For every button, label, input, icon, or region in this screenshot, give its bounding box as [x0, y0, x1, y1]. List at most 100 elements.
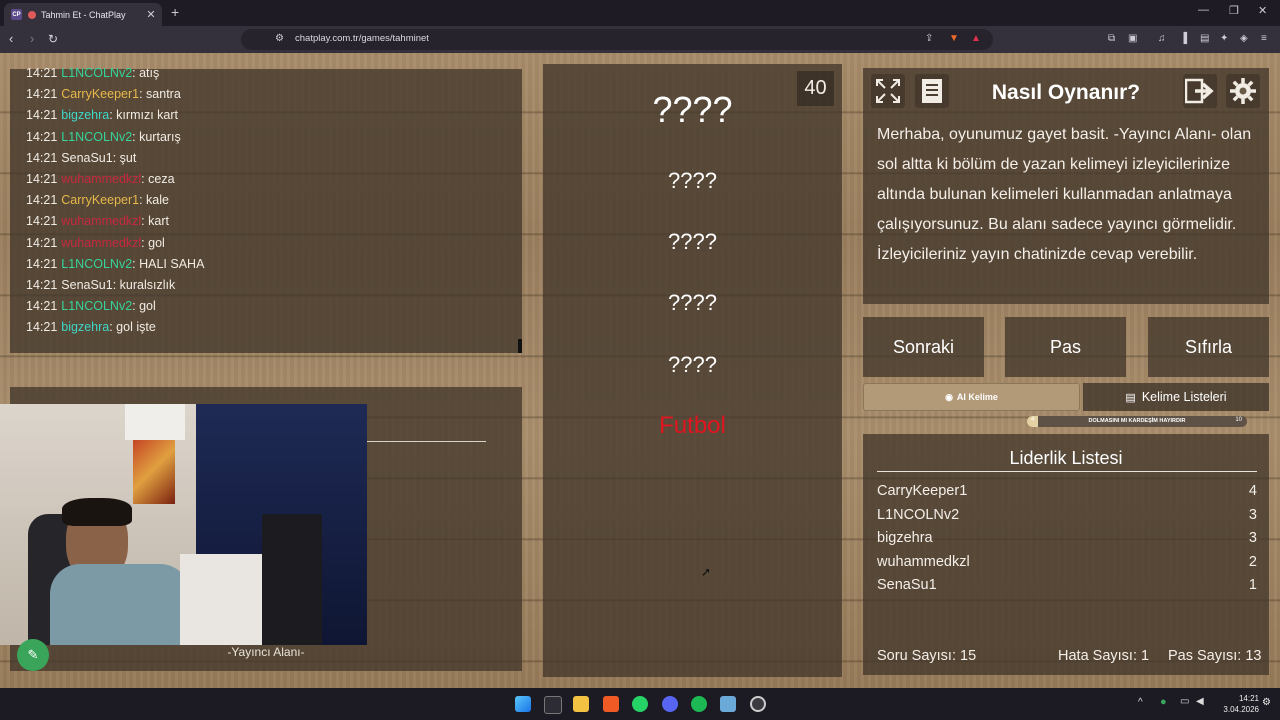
new-tab-icon[interactable]: + — [171, 4, 179, 20]
chat-time: 14:21 — [26, 320, 58, 335]
microphone-icon[interactable]: ● — [1160, 696, 1167, 708]
leaderboard-name: bigzehra — [877, 530, 933, 547]
word-lists-button[interactable]: ▤ Kelime Listeleri — [1083, 383, 1269, 411]
chat-message: 14:21 wuhammedkzl: kart — [26, 214, 169, 228]
chat-message: 14:21 wuhammedkzl: gol — [26, 236, 165, 250]
chat-text: : gol — [141, 235, 165, 250]
chat-username[interactable]: SenaSu1 — [61, 278, 112, 292]
mouse-cursor: ➚ — [701, 565, 712, 579]
leo-ai-icon[interactable]: ✦ — [1220, 33, 1228, 44]
forward-icon[interactable]: › — [30, 31, 34, 47]
chat-message: 14:21 bigzehra: gol işte — [26, 320, 156, 334]
browser-tab[interactable]: CP Tahmin Et - ChatPlay ✕ — [4, 3, 162, 26]
tab-close-icon[interactable]: ✕ — [144, 8, 158, 21]
reset-button[interactable]: Sıfırla — [1148, 317, 1269, 377]
chat-time: 14:21 — [26, 150, 58, 165]
notifications-icon[interactable]: ⚙ — [1262, 697, 1271, 708]
brave-rewards-icon[interactable]: ▲ — [971, 33, 981, 44]
app-icon[interactable] — [720, 696, 736, 712]
sidebar-icon[interactable]: ▐ — [1180, 33, 1187, 44]
share-icon[interactable]: ⇪ — [925, 33, 933, 44]
leaderboard-score: 1 — [1248, 577, 1257, 594]
chat-time: 14:21 — [26, 87, 58, 102]
chat-message: 14:21 wuhammedkzl: ceza — [26, 172, 175, 186]
chat-username[interactable]: CarryKeeper1 — [61, 193, 139, 207]
leaderboard-score: 3 — [1248, 506, 1257, 523]
address-bar[interactable]: ⚙ chatplay.com.tr/games/tahminet ⇪ ▼ ▲ — [241, 29, 993, 50]
chat-username[interactable]: wuhammedkzl — [61, 214, 141, 228]
start-icon[interactable] — [515, 696, 531, 712]
back-icon[interactable]: ‹ — [9, 31, 13, 47]
file-explorer-icon[interactable] — [573, 696, 589, 712]
chat-time: 14:21 — [26, 214, 58, 229]
chat-username[interactable]: wuhammedkzl — [61, 236, 141, 250]
chat-scrollbar[interactable] — [518, 339, 522, 353]
list-icon: ▤ — [1125, 391, 1136, 404]
chat-username[interactable]: L1NCOLNv2 — [61, 130, 132, 144]
tray-chevron-icon[interactable]: ^ — [1138, 697, 1143, 708]
leaderboard-name: wuhammedkzl — [877, 553, 970, 570]
chat-message: 14:21 L1NCOLNv2: gol — [26, 299, 156, 313]
chat-username[interactable]: L1NCOLNv2 — [61, 257, 132, 271]
discord-icon[interactable] — [662, 696, 678, 712]
chat-time: 14:21 — [26, 172, 58, 186]
spotify-icon[interactable] — [691, 696, 707, 712]
volume-icon[interactable]: ◀ — [1196, 696, 1204, 707]
next-button[interactable]: Sonraki — [863, 317, 984, 377]
chat-time: 14:21 — [26, 235, 58, 250]
leaderboard-score: 4 — [1248, 483, 1257, 499]
brave-browser-icon[interactable] — [603, 696, 619, 712]
brave-shield-icon[interactable]: ▼ — [949, 33, 959, 44]
chat-username[interactable]: bigzehra — [61, 108, 109, 122]
leaderboard-row: SenaSu1 1 — [877, 577, 1257, 593]
clock[interactable]: 14:21 3.04.2026 — [1217, 693, 1259, 715]
chat-username[interactable]: L1NCOLNv2 — [61, 66, 132, 80]
forbidden-word-1: ???? — [668, 168, 717, 193]
settings-gear-icon[interactable] — [1226, 74, 1260, 108]
site-info-icon[interactable]: ⚙ — [275, 33, 284, 44]
chat-message: 14:21 CarryKeeper1: santra — [26, 87, 181, 101]
fullscreen-icon[interactable] — [871, 74, 905, 108]
task-view-icon[interactable] — [544, 696, 562, 714]
chat-message: 14:21 bigzehra: kırmızı kart — [26, 108, 178, 122]
extensions-icon[interactable]: ⧉ — [1108, 33, 1115, 44]
leaderboard-name: CarryKeeper1 — [877, 483, 968, 499]
chat-text: : kale — [139, 193, 169, 208]
ai-icon: ◉ — [945, 391, 953, 402]
chat-username[interactable]: SenaSu1 — [61, 151, 112, 165]
wallet-icon[interactable]: ▤ — [1200, 33, 1209, 44]
reload-icon[interactable]: ↻ — [48, 31, 58, 47]
chat-text: : ceza — [141, 172, 175, 186]
notes-icon[interactable] — [915, 74, 949, 108]
chat-username[interactable]: CarryKeeper1 — [61, 87, 139, 101]
chat-toggle-icon[interactable]: ✎ — [17, 639, 49, 671]
chat-time: 14:21 — [26, 256, 58, 271]
chat-time: 14:21 — [26, 193, 58, 208]
ai-word-button[interactable]: ◉ AI Kelime — [863, 383, 1080, 411]
chat-time: 14:21 — [26, 278, 58, 292]
window-close-icon[interactable]: ✕ — [1258, 4, 1267, 17]
leaderboard-score: 2 — [1248, 553, 1257, 570]
vpn-icon[interactable]: ◈ — [1240, 33, 1248, 44]
minimize-icon[interactable]: — — [1198, 4, 1209, 16]
obs-icon[interactable] — [750, 696, 766, 712]
chat-username[interactable]: L1NCOLNv2 — [61, 299, 132, 313]
screenshot-icon[interactable]: ▣ — [1128, 33, 1137, 44]
tab-title: Tahmin Et - ChatPlay — [41, 9, 126, 20]
chat-username[interactable]: wuhammedkzl — [61, 172, 141, 186]
leaderboard-title: Liderlik Listesi — [1009, 448, 1123, 468]
question-count: Soru Sayısı: 15 — [877, 648, 977, 664]
chat-text: : HALI SAHA — [132, 256, 205, 271]
media-icon[interactable]: ♫ — [1158, 33, 1166, 44]
whatsapp-icon[interactable] — [632, 696, 648, 712]
chat-text: : gol — [132, 299, 156, 314]
chat-username[interactable]: bigzehra — [61, 320, 109, 334]
menu-icon[interactable]: ≡ — [1261, 33, 1267, 44]
pass-button[interactable]: Pas — [1005, 317, 1126, 377]
error-count: Hata Sayısı: 1 — [1058, 648, 1150, 664]
network-icon[interactable]: ▭ — [1180, 696, 1189, 707]
exit-icon[interactable] — [1183, 74, 1217, 108]
leaderboard-row: wuhammedkzl 2 — [877, 554, 1257, 570]
maximize-icon[interactable]: ❐ — [1229, 4, 1239, 17]
chat-time: 14:21 — [26, 129, 58, 144]
